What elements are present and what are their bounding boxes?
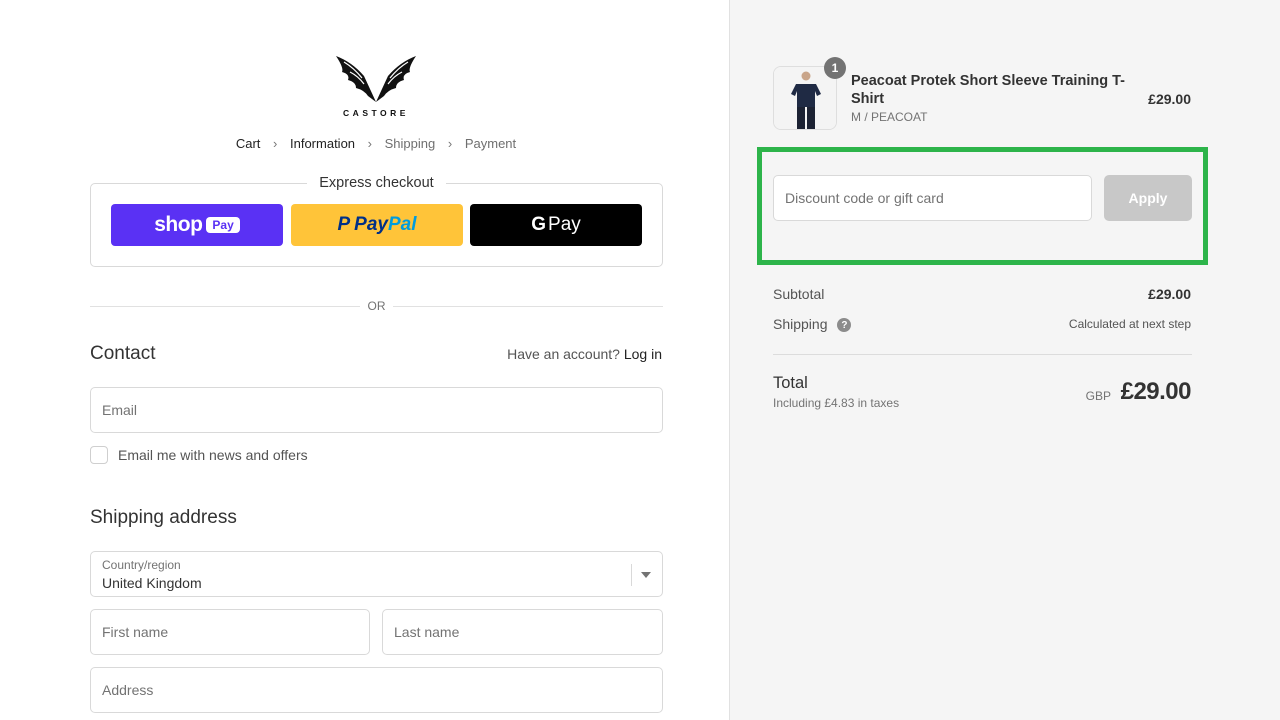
breadcrumb-cart[interactable]: Cart [236,136,261,151]
country-label: Country/region [102,558,181,572]
google-pay-button[interactable]: G Pay [470,204,642,246]
country-value: United Kingdom [102,575,202,591]
shop-pay-badge: Pay [206,217,240,233]
wings-logo-icon [336,56,416,102]
login-link[interactable]: Log in [624,346,662,362]
quantity-badge: 1 [824,57,846,79]
discount-code-input[interactable]: Discount code or gift card [773,175,1092,221]
shipping-value: Calculated at next step [1068,317,1191,331]
address-placeholder: Address [102,682,154,698]
first-name-field[interactable]: First name [90,609,370,655]
select-divider [631,564,632,586]
account-prompt: Have an account? Log in [507,346,662,362]
express-checkout-title: Express checkout [307,175,446,191]
newsletter-checkbox[interactable] [90,446,108,464]
chevron-down-icon [641,572,651,578]
total-value: £29.00 [1120,378,1192,405]
summary-divider [773,354,1192,355]
shipping-row-label: Shipping ? [773,316,852,333]
product-name: Peacoat Protek Short Sleeve Training T-S… [851,73,1125,107]
discount-placeholder: Discount code or gift card [785,190,944,206]
breadcrumb-shipping: Shipping [384,136,436,152]
email-field[interactable]: Email [90,387,663,433]
taxes-note: Including £4.83 in taxes [773,396,900,410]
account-prompt-text: Have an account? [507,346,620,362]
currency-code: GBP [1085,389,1111,403]
breadcrumb-payment: Payment [464,136,517,152]
contact-heading: Contact [90,343,156,364]
last-name-placeholder: Last name [394,624,460,640]
google-pay-label: Pay [548,214,581,235]
email-placeholder: Email [102,402,138,418]
newsletter-label[interactable]: Email me with news and offers [118,447,308,463]
subtotal-value: £29.00 [1148,286,1191,302]
chevron-right-icon: › [367,136,373,152]
address-field[interactable]: Address [90,667,663,713]
checkout-main: CASTORE Cart › Information › Shipping › … [0,0,729,720]
chevron-right-icon: › [447,136,453,152]
help-icon[interactable]: ? [837,318,852,333]
or-text: OR [367,299,386,313]
subtotal-label: Subtotal [773,286,825,302]
product-variant: M / PEACOAT [851,110,928,124]
paypal-logo-part2: Pal [387,214,417,235]
shop-pay-logo: shop [154,213,203,236]
first-name-placeholder: First name [102,624,169,640]
google-g-icon: G [531,214,547,235]
chevron-right-icon: › [273,136,278,152]
shipping-address-heading: Shipping address [90,507,237,528]
or-divider: OR [90,298,663,314]
total-label: Total [773,374,808,392]
apply-discount-button[interactable]: Apply [1104,175,1192,221]
order-summary: 1 Peacoat Protek Short Sleeve Training T… [729,0,1280,720]
country-select[interactable]: Country/region United Kingdom [90,551,663,597]
product-price: £29.00 [1148,91,1191,107]
breadcrumb-information: Information [290,136,356,152]
breadcrumb: Cart › Information › Shipping › Payment [0,135,752,151]
paypal-button[interactable]: P Pay Pal [291,204,463,246]
paypal-logo-part1: Pay [354,214,388,235]
last-name-field[interactable]: Last name [382,609,663,655]
paypal-p-icon: P [337,214,351,235]
express-checkout: Express checkout shop Pay P Pay Pal G Pa… [90,175,663,267]
brand-wordmark: CASTORE [343,108,409,118]
shipping-label: Shipping [773,316,828,332]
brand-logo[interactable]: CASTORE [334,54,418,120]
shop-pay-button[interactable]: shop Pay [111,204,283,246]
